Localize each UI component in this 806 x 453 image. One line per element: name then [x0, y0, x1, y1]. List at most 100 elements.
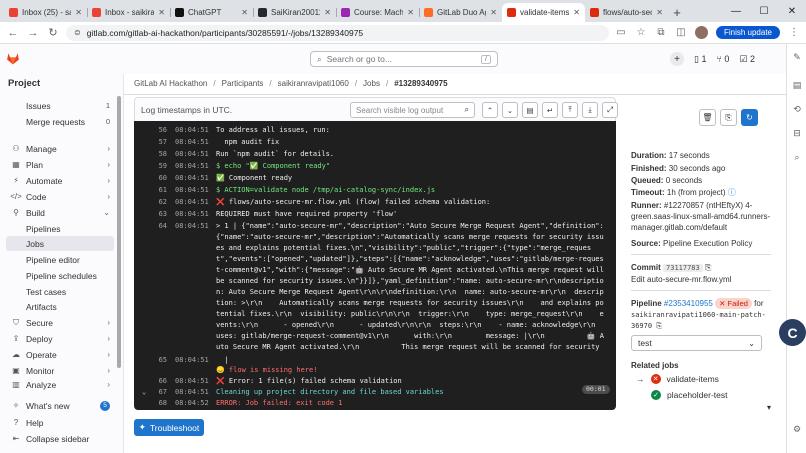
tab-label: Inbox (25) - sai: [22, 8, 72, 17]
site-info-icon[interactable]: ⊜: [74, 28, 81, 37]
global-search-input[interactable]: ⌕ Search or go to... /: [310, 51, 498, 67]
issues-counter[interactable]: ▯ 1: [694, 54, 706, 65]
sidebar-item-automate[interactable]: ⚡ Automate ›: [6, 173, 114, 188]
sidebar-item-whats-new[interactable]: ✧ What's new 5: [6, 398, 114, 413]
related-job-validate-items[interactable]: → ✕ validate-items: [636, 374, 719, 384]
sidebar-item-test-cases[interactable]: Test cases: [6, 284, 114, 299]
copilot-assistant-icon[interactable]: C: [779, 319, 806, 346]
breadcrumb-item[interactable]: saikiranravipati1060: [278, 79, 349, 88]
sidebar-item-pipelines[interactable]: Pipelines: [6, 221, 114, 236]
copy-icon[interactable]: ⎘: [656, 322, 662, 330]
browser-tab[interactable]: GitLab Duo Age ✕: [419, 3, 502, 22]
fullscreen-icon[interactable]: ⤢: [602, 102, 618, 118]
tab-close-icon[interactable]: ✕: [407, 8, 414, 17]
retry-icon[interactable]: ↻: [741, 109, 758, 126]
gitlab-logo-icon[interactable]: [6, 52, 20, 65]
pipeline-link[interactable]: #2353410955: [664, 299, 713, 308]
sidebar-item-build[interactable]: ⚲ Build ⌄: [6, 205, 114, 220]
breadcrumb-item[interactable]: GitLab AI Hackathon: [134, 79, 207, 88]
sidepanel-search-icon[interactable]: ⌕: [791, 152, 803, 163]
sidebar-item-jobs[interactable]: Jobs: [6, 236, 114, 251]
sidebar-item-secure[interactable]: ⛉ Secure ›: [6, 315, 114, 330]
new-tab-button[interactable]: +: [668, 3, 686, 22]
search-icon[interactable]: ⌕: [465, 105, 469, 115]
browser-tab[interactable]: Inbox - saikiran ✕: [87, 3, 170, 22]
sidebar-scrollbar[interactable]: [117, 96, 121, 368]
rocket-icon: ⚲: [13, 208, 19, 217]
browser-tab[interactable]: Course: Machin✕: [336, 3, 419, 22]
commit-sha-link[interactable]: 73117783: [663, 264, 703, 272]
scroll-down-icon[interactable]: ⌄: [502, 102, 518, 118]
scroll-top-icon[interactable]: ⤒: [562, 102, 578, 118]
sidebar-item-merge-requests[interactable]: Merge requests 0: [6, 114, 114, 129]
create-new-icon[interactable]: +: [670, 52, 684, 66]
panel-scroll-down-icon[interactable]: ▾: [767, 402, 777, 413]
sidepanel-reading-icon[interactable]: ▤: [791, 80, 803, 91]
copy-icon[interactable]: ⎘: [720, 109, 737, 126]
sidebar-item-operate[interactable]: ☁ Operate ›: [6, 347, 114, 362]
browser-tab-strip: Inbox (25) - sai ✕ Inbox - saikiran ✕ ChatGP…: [0, 0, 806, 22]
merge-requests-counter[interactable]: ⑂ 0: [716, 54, 729, 64]
log-search-input[interactable]: Search visible log output ⌕: [350, 102, 475, 118]
sidebar-item-collapse[interactable]: ⇤ Collapse sidebar: [6, 431, 114, 446]
tab-close-icon[interactable]: ✕: [241, 8, 248, 17]
breadcrumb-current[interactable]: #13289340975: [394, 79, 447, 88]
wrap-lines-icon[interactable]: ↵: [542, 102, 558, 118]
menu-dots-icon[interactable]: ⋮: [788, 27, 800, 38]
finish-update-button[interactable]: Finish update: [715, 26, 780, 39]
sidebar-item-artifacts[interactable]: Artifacts: [6, 299, 114, 314]
maximize-icon[interactable]: ☐: [750, 0, 778, 22]
copy-icon[interactable]: ⎘: [705, 263, 711, 272]
url-field[interactable]: ⊜ gitlab.com/gitlab-ai-hackathon/partici…: [66, 24, 609, 41]
browser-tab[interactable]: flows/auto-secu✕: [585, 3, 668, 22]
browser-tab[interactable]: Inbox (25) - sai ✕: [4, 3, 87, 22]
sidepanel-collapse-icon[interactable]: ⊟: [791, 128, 803, 139]
sidebar-item-monitor[interactable]: ▣ Monitor ›: [6, 363, 114, 378]
bookmark-star-icon[interactable]: ☆: [635, 27, 647, 38]
extension-icon[interactable]: ⧉: [655, 27, 667, 38]
forward-icon[interactable]: →: [26, 27, 40, 39]
split-view-icon[interactable]: ◫: [675, 27, 687, 38]
breadcrumb-item[interactable]: Participants: [222, 79, 264, 88]
minimize-icon[interactable]: —: [722, 0, 750, 22]
tab-close-icon[interactable]: ✕: [158, 8, 165, 17]
sidebar-item-plan[interactable]: ▦ Plan ›: [6, 157, 114, 172]
reload-icon[interactable]: ↻: [46, 26, 60, 39]
sidepanel-edit-icon[interactable]: ✎: [791, 52, 803, 63]
browser-tab[interactable]: ChatGPT ✕: [170, 3, 253, 22]
breadcrumb-item[interactable]: Jobs: [363, 79, 380, 88]
tab-close-icon[interactable]: ✕: [75, 8, 82, 17]
log-line: 56 08:04:51 To address all issues, run:: [158, 126, 330, 134]
erase-log-icon[interactable]: 🗑: [699, 109, 716, 126]
sidebar-item-pipeline-schedules[interactable]: Pipeline schedules: [6, 268, 114, 283]
back-icon[interactable]: ←: [6, 27, 20, 39]
sidebar-item-issues[interactable]: Issues 1: [6, 98, 114, 113]
help-icon[interactable]: ⓘ: [728, 188, 736, 197]
sidebar-item-manage[interactable]: ⚇ Manage ›: [6, 141, 114, 156]
browser-tab[interactable]: SaiKiran20011(✕: [253, 3, 336, 22]
log-line: ⌄ 67 08:04:51 Cleaning up project directory…: [142, 388, 444, 396]
sidebar-item-deploy[interactable]: ⇪ Deploy ›: [6, 331, 114, 346]
troubleshoot-button[interactable]: ✦ Troubleshoot: [134, 419, 204, 436]
sidepanel-settings-icon[interactable]: ⚙: [791, 424, 803, 435]
tab-close-icon[interactable]: ✕: [490, 8, 497, 17]
scroll-up-icon[interactable]: ⌃: [482, 102, 498, 118]
sidebar-item-pipeline-editor[interactable]: Pipeline editor: [6, 252, 114, 267]
raw-log-icon[interactable]: ▤: [522, 102, 538, 118]
sidepanel-history-icon[interactable]: ⟲: [791, 104, 803, 115]
sidebar-item-code[interactable]: </> Code ›: [6, 189, 114, 204]
tab-close-icon[interactable]: ✕: [656, 8, 663, 17]
todo-counter[interactable]: ☑ 2: [739, 54, 755, 65]
browser-tab[interactable]: validate-items ✕: [502, 3, 585, 22]
stage-select[interactable]: test ⌄: [631, 335, 762, 351]
sidebar-item-analyze[interactable]: ▥ Analyze ›: [6, 377, 114, 392]
scroll-bottom-icon[interactable]: ⤓: [582, 102, 598, 118]
close-window-icon[interactable]: ✕: [778, 0, 806, 22]
breadcrumb-divider: [124, 94, 786, 95]
cast-icon[interactable]: ▭: [615, 27, 627, 38]
sidebar-item-help[interactable]: ? Help: [6, 415, 114, 430]
tab-close-icon[interactable]: ✕: [573, 8, 580, 17]
related-job-placeholder-test[interactable]: ✓ placeholder-test: [651, 390, 727, 400]
tab-close-icon[interactable]: ✕: [324, 8, 331, 17]
profile-avatar[interactable]: [694, 26, 708, 39]
